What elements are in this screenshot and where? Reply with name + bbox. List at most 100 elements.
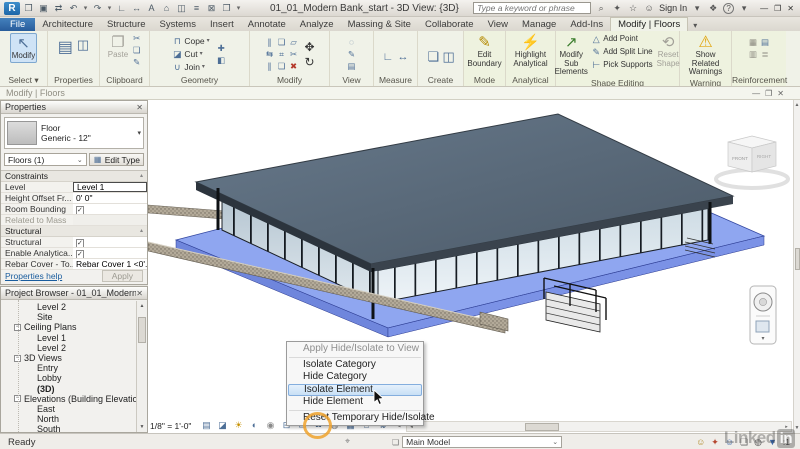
- edit-type-button[interactable]: ▦ Edit Type: [89, 153, 144, 166]
- section-icon[interactable]: ◫: [175, 2, 188, 15]
- panel-label-mode[interactable]: Mode: [464, 75, 505, 86]
- tab-structure[interactable]: Structure: [100, 18, 153, 31]
- panel-label-warning[interactable]: Warning: [680, 78, 731, 88]
- undo-caret-icon[interactable]: ▾: [82, 2, 89, 15]
- properties-header[interactable]: Properties ✕: [1, 101, 147, 114]
- restore-icon[interactable]: ❐: [774, 4, 781, 13]
- tab-analyze[interactable]: Analyze: [293, 18, 341, 31]
- tab-systems[interactable]: Systems: [153, 18, 203, 31]
- subscription-center-icon[interactable]: ✦: [611, 3, 623, 14]
- tree-item-site[interactable]: Site: [1, 312, 147, 322]
- type-selector[interactable]: Floor Generic - 12" ▾: [4, 117, 144, 149]
- modify-button[interactable]: ↖ Modify: [10, 33, 38, 63]
- panel-label-geometry[interactable]: Geometry: [150, 75, 249, 86]
- drawing-area[interactable]: FRONT RIGHT ▾ Apply Hide/Isolate to View…: [148, 100, 800, 433]
- section-constraints[interactable]: Constraints ▴: [1, 171, 147, 182]
- panel-label-clipboard[interactable]: Clipboard: [100, 75, 149, 86]
- delete-icon[interactable]: ✖: [288, 61, 299, 72]
- show-related-warnings-button[interactable]: ⚠ Show Related Warnings: [682, 33, 729, 78]
- add-split-line-button[interactable]: ✎Add Split Line: [591, 46, 652, 58]
- gabion-wall-upper[interactable]: [148, 205, 225, 219]
- cut-geometry-button[interactable]: ◪Cut ▾: [172, 48, 209, 60]
- browser-scroll-thumb[interactable]: [138, 317, 146, 343]
- detail-level-icon[interactable]: ▤: [200, 419, 213, 432]
- tree-item-elevations[interactable]: −Elevations (Building Elevation): [1, 394, 147, 404]
- panel-label-create[interactable]: Create: [418, 75, 463, 86]
- design-options-icon[interactable]: ❏: [392, 438, 399, 447]
- panel-label-reinforcement[interactable]: Reinforcement: [732, 75, 786, 86]
- panel-label-view[interactable]: View: [330, 75, 373, 86]
- shadows-icon[interactable]: ◐: [248, 419, 261, 432]
- fabric-area-icon[interactable]: ≣: [760, 49, 771, 60]
- favorites-star-icon[interactable]: ☆: [627, 3, 639, 14]
- tab-add-ins[interactable]: Add-Ins: [563, 18, 610, 31]
- h-scroll-thumb[interactable]: [525, 423, 559, 431]
- match-type-icon[interactable]: ✎: [131, 57, 142, 68]
- browser-scrollbar[interactable]: ▲ ▼: [136, 301, 147, 432]
- zoom-tool-icon[interactable]: [756, 321, 769, 332]
- tree-item-level1[interactable]: Level 1: [1, 333, 147, 343]
- structural-checkbox[interactable]: ✓: [76, 239, 84, 247]
- prop-row-room-bounding[interactable]: Room Bounding ✓: [1, 204, 147, 215]
- tree-item-east[interactable]: East: [1, 404, 147, 414]
- move-icon[interactable]: ✥: [304, 40, 315, 54]
- trim-icon[interactable]: ∥: [264, 61, 275, 72]
- project-browser-header[interactable]: Project Browser - 01_01_Modern Bank_star…: [1, 287, 147, 300]
- tab-annotate[interactable]: Annotate: [241, 18, 293, 31]
- scroll-up-icon[interactable]: ▲: [794, 102, 800, 108]
- infocenter-search-input[interactable]: [473, 2, 591, 14]
- text-icon[interactable]: A: [145, 2, 158, 15]
- cope-button[interactable]: ⊓Cope ▾: [172, 35, 209, 47]
- pin-icon[interactable]: ❏: [276, 61, 287, 72]
- sign-in-caret-icon[interactable]: ▾: [691, 3, 703, 14]
- view-minimize-icon[interactable]: —: [752, 88, 760, 100]
- menu-apply-hide-isolate[interactable]: Apply Hide/Isolate to View: [287, 343, 423, 356]
- tab-insert[interactable]: Insert: [203, 18, 241, 31]
- paint-icon[interactable]: ✚: [216, 43, 227, 54]
- menu-isolate-element[interactable]: Isolate Element: [288, 384, 422, 397]
- rebar-icon[interactable]: ▦: [748, 37, 759, 48]
- room-bounding-checkbox[interactable]: ✓: [76, 206, 84, 214]
- scroll-up-icon[interactable]: ▲: [137, 303, 147, 309]
- editable-only-icon[interactable]: ✦: [711, 436, 719, 448]
- mirror-icon[interactable]: ▱: [288, 37, 299, 48]
- area-reinforcement-icon[interactable]: ▤: [760, 37, 771, 48]
- model-3d-view[interactable]: FRONT RIGHT ▾: [148, 100, 793, 433]
- prop-row-level[interactable]: Level Level 1: [1, 182, 147, 193]
- tree-item-level2b[interactable]: Level 2: [1, 343, 147, 353]
- navbar-caret-icon[interactable]: ▾: [761, 336, 764, 342]
- duplicate-view-icon[interactable]: ❏: [428, 51, 439, 62]
- close-hidden-windows-icon[interactable]: ⊠: [205, 2, 218, 15]
- add-point-button[interactable]: △Add Point: [591, 33, 652, 45]
- design-options-select[interactable]: Main Model ⌄: [402, 436, 562, 448]
- open-icon[interactable]: ❒: [22, 2, 35, 15]
- panel-label-modify[interactable]: Modify: [250, 75, 329, 86]
- tree-item-3d-views[interactable]: −3D Views: [1, 353, 147, 363]
- offset-icon[interactable]: ❏: [276, 37, 287, 48]
- vertical-scrollbar[interactable]: ▲ ▼: [793, 100, 800, 433]
- properties-help-link[interactable]: Properties help: [5, 271, 62, 281]
- v-scroll-thumb[interactable]: [795, 248, 800, 270]
- element-filter-combo[interactable]: Floors (1) ⌄: [4, 153, 87, 166]
- project-browser-close-icon[interactable]: ✕: [136, 289, 143, 298]
- properties-close-icon[interactable]: ✕: [136, 103, 143, 112]
- tab-file[interactable]: File: [0, 18, 35, 31]
- paste-button[interactable]: ❐ Paste: [107, 33, 129, 61]
- view-close-icon[interactable]: ✕: [777, 88, 784, 100]
- tree-item-north[interactable]: North: [1, 414, 147, 424]
- dimension-icon[interactable]: ↔: [398, 52, 409, 63]
- revit-logo-icon[interactable]: R: [4, 2, 20, 15]
- default-3d-view-icon[interactable]: ⌂: [160, 2, 173, 15]
- tree-item-south[interactable]: South: [1, 424, 147, 432]
- customize-qat-icon[interactable]: ▾: [235, 2, 242, 15]
- tree-item-level2a[interactable]: Level 2: [1, 302, 147, 312]
- panel-label-shape-editing[interactable]: Shape Editing: [556, 78, 679, 88]
- menu-hide-category[interactable]: Hide Category: [287, 371, 423, 384]
- help-icon[interactable]: ?: [723, 3, 734, 14]
- exchange-apps-icon[interactable]: ❖: [707, 3, 719, 14]
- pick-supports-button[interactable]: ⊢Pick Supports: [591, 59, 652, 71]
- type-properties-icon[interactable]: ▤: [58, 37, 73, 57]
- type-selector-caret-icon[interactable]: ▾: [137, 129, 141, 137]
- section-collapse-icon[interactable]: ▴: [140, 171, 147, 181]
- join-button[interactable]: ∪Join ▾: [172, 61, 209, 73]
